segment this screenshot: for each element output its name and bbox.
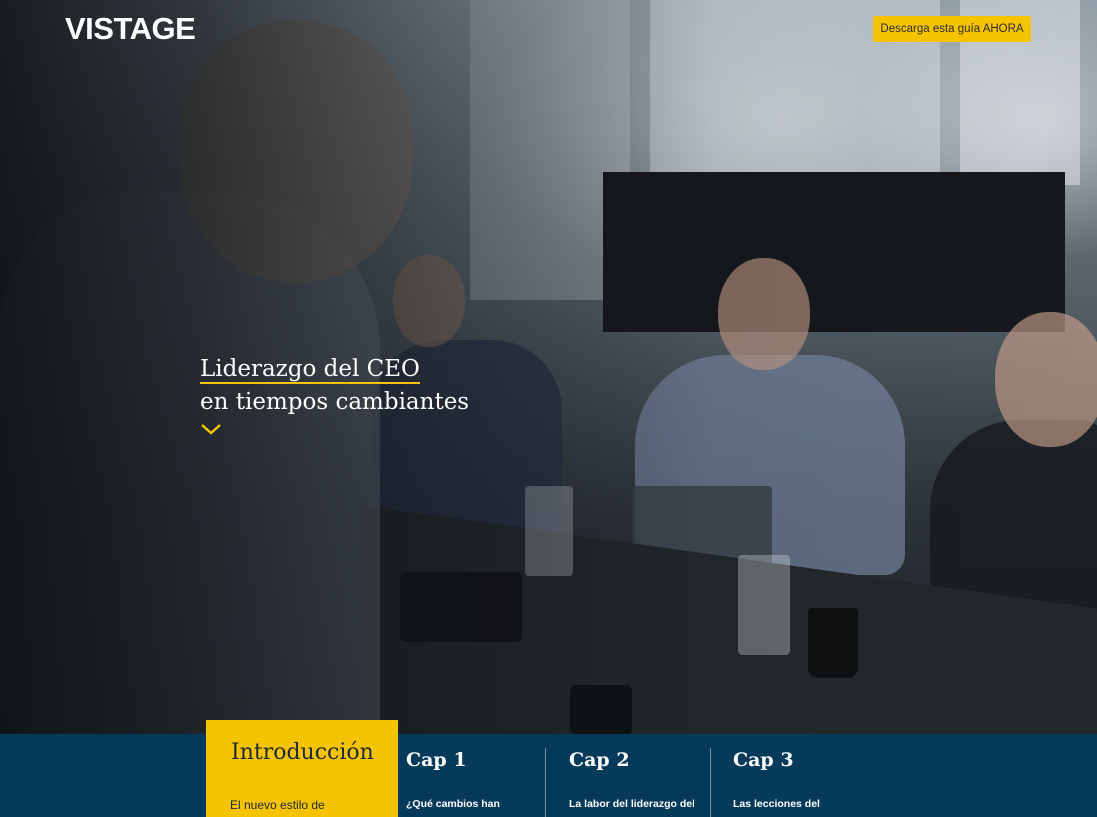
- chapter-link-cap1[interactable]: Cap 1 ¿Qué cambios han: [398, 734, 544, 817]
- vistage-logo[interactable]: VISTAGE: [65, 11, 196, 47]
- download-guide-button[interactable]: Descarga esta guía AHORA: [873, 16, 1031, 42]
- chapter-title: Cap 1: [406, 749, 467, 771]
- chapter-link-cap3[interactable]: Cap 3 Las lecciones del: [726, 734, 872, 817]
- chevron-down-icon[interactable]: [200, 422, 222, 436]
- hero-title-line2: en tiempos cambiantes: [200, 389, 470, 415]
- hero-section: [0, 0, 1097, 734]
- chapter-description: La labor del liderazgo del: [569, 798, 694, 810]
- chapter-divider: [545, 748, 546, 817]
- chapter-link-cap2[interactable]: Cap 2 La labor del liderazgo del: [562, 734, 708, 817]
- chapter-description: ¿Qué cambios han: [406, 798, 500, 810]
- chapter-nav: Cap 1 ¿Qué cambios han Cap 2 La labor de…: [0, 734, 1097, 817]
- hero-title-line1: Liderazgo del CEO: [200, 356, 420, 384]
- chapter-description: Las lecciones del: [733, 798, 820, 810]
- hero-overlay: [0, 0, 1097, 734]
- chapter-description: El nuevo estilo de: [230, 798, 325, 812]
- chapter-link-introduccion[interactable]: Introducción El nuevo estilo de: [206, 720, 398, 817]
- chapter-title: Cap 3: [733, 749, 794, 771]
- chapter-divider: [710, 748, 711, 817]
- chapter-title: Cap 2: [569, 749, 630, 771]
- hero-title: Liderazgo del CEO en tiempos cambiantes: [200, 353, 469, 419]
- chapter-title: Introducción: [231, 740, 374, 765]
